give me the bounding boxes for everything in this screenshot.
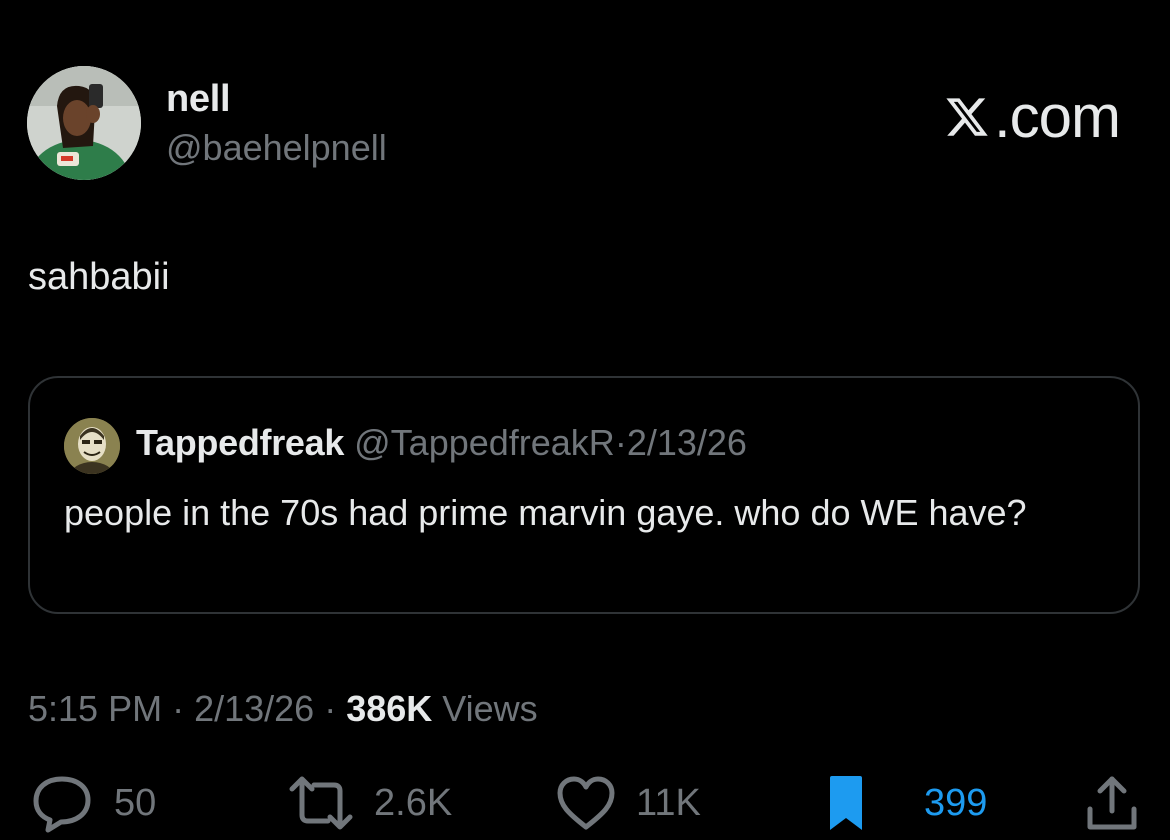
quoted-tweet-date[interactable]: 2/13/26 xyxy=(627,422,747,463)
repost-button[interactable]: 2.6K xyxy=(288,770,452,836)
reply-icon xyxy=(30,773,94,833)
like-button[interactable]: 11K xyxy=(556,770,701,836)
quoted-tweet[interactable]: Tappedfreak @TappedfreakR·2/13/26 people… xyxy=(28,376,1140,614)
views-count[interactable]: 386K xyxy=(346,688,432,729)
quoted-author-avatar[interactable] xyxy=(64,418,120,474)
author-display-name[interactable]: nell xyxy=(166,78,231,121)
x-logo-icon xyxy=(944,85,990,136)
reply-button[interactable]: 50 xyxy=(30,770,156,836)
tweet-meta: 5:15 PM · 2/13/26 · 386K Views xyxy=(28,688,538,730)
heart-icon xyxy=(556,775,616,831)
meta-separator: · xyxy=(162,688,195,729)
bookmark-button[interactable]: 399 xyxy=(826,770,987,836)
views-label: Views xyxy=(432,688,538,729)
tweet-card: nell @baehelpnell .com sahbabii Tappedfr xyxy=(0,0,1170,840)
tweet-text: sahbabii xyxy=(28,256,170,298)
repost-icon xyxy=(288,775,354,831)
repost-count: 2.6K xyxy=(374,781,453,824)
bookmark-icon xyxy=(826,774,866,832)
quoted-separator: · xyxy=(614,422,627,463)
quoted-tweet-text: people in the 70s had prime marvin gaye.… xyxy=(64,492,1027,533)
like-count: 11K xyxy=(636,781,701,824)
author-avatar[interactable] xyxy=(27,66,141,180)
share-button[interactable] xyxy=(1084,770,1140,836)
reply-count: 50 xyxy=(114,781,157,824)
tweet-time[interactable]: 5:15 PM xyxy=(28,688,162,729)
brand-domain-suffix: .com xyxy=(993,83,1121,150)
avatar-photo xyxy=(27,66,141,180)
author-handle[interactable]: @baehelpnell xyxy=(166,127,387,169)
share-icon xyxy=(1084,773,1140,833)
tweet-date[interactable]: 2/13/26 xyxy=(194,688,314,729)
bookmark-count: 399 xyxy=(924,781,988,824)
quoted-author-handle[interactable]: @TappedfreakR xyxy=(354,422,615,463)
quoted-author-display-name[interactable]: Tappedfreak xyxy=(136,422,344,463)
meta-separator: · xyxy=(314,688,347,729)
quoted-tweet-header: Tappedfreak @TappedfreakR·2/13/26 xyxy=(136,422,747,464)
x-com-watermark: .com xyxy=(944,82,1121,151)
quoted-avatar-photo xyxy=(64,418,120,474)
action-bar: 50 2.6K 11K 399 xyxy=(0,770,1170,840)
